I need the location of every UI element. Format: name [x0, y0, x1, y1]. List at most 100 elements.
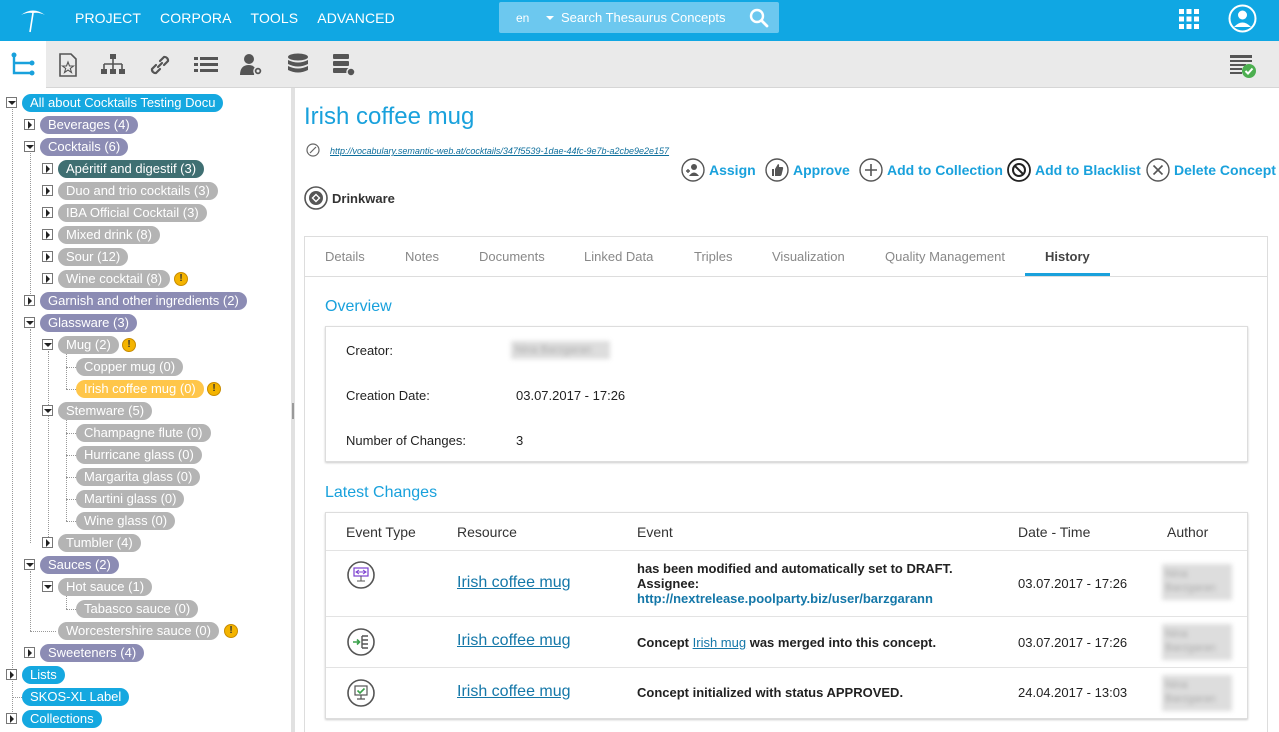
tree-toggle-garnish[interactable] — [24, 295, 35, 306]
tree-node-irish-selected[interactable]: Irish coffee mug (0) — [76, 380, 204, 398]
column-header-event: Event — [637, 524, 673, 540]
tree-toggle-lists[interactable] — [6, 669, 17, 680]
approve-button[interactable]: Approve — [765, 158, 850, 182]
user-avatar-icon[interactable] — [1228, 4, 1257, 33]
tree-node-hot[interactable]: Hot sauce (1) — [58, 578, 153, 596]
hierarchy-icon[interactable] — [100, 52, 126, 78]
tab-documents[interactable]: Documents — [479, 249, 545, 264]
warning-icon[interactable]: ! — [122, 338, 136, 352]
concept-uri-link[interactable]: http://vocabulary.semantic-web.at/cockta… — [330, 146, 669, 156]
list-icon[interactable] — [193, 52, 219, 78]
tree-node-martini[interactable]: Martini glass (0) — [76, 490, 185, 508]
tab-history[interactable]: History — [1045, 249, 1090, 264]
tree-toggle-mixed[interactable] — [42, 229, 53, 240]
tree-node-mug[interactable]: Mug (2) — [58, 336, 119, 354]
tree-node-garnish[interactable]: Garnish and other ingredients (2) — [40, 292, 247, 310]
tree-node-tumbler[interactable]: Tumbler (4) — [58, 534, 141, 552]
tree-node-cocktails[interactable]: Cocktails (6) — [40, 138, 129, 156]
resource-link[interactable]: Irish coffee mug — [457, 632, 571, 650]
user-settings-icon[interactable] — [239, 52, 265, 78]
tab-linked-data[interactable]: Linked Data — [584, 249, 653, 264]
tree-node-tabasco[interactable]: Tabasco sauce (0) — [76, 600, 199, 618]
thesaurus-tree-icon[interactable] — [10, 52, 36, 78]
tree-toggle-root[interactable] — [6, 97, 17, 108]
tab-quality-management[interactable]: Quality Management — [885, 249, 1005, 264]
event-author: Nina Barzgaran — [1162, 675, 1232, 711]
tree-node-champagne[interactable]: Champagne flute (0) — [76, 424, 211, 442]
poolparty-logo-icon[interactable] — [18, 6, 48, 34]
link-icon[interactable] — [147, 52, 173, 78]
resource-link[interactable]: Irish coffee mug — [457, 683, 571, 701]
tree-toggle-beverages[interactable] — [24, 119, 35, 130]
database-icon[interactable] — [285, 52, 311, 78]
tree-toggle-hot[interactable] — [42, 581, 53, 592]
tree-node-wine[interactable]: Wine cocktail (8) — [58, 270, 171, 288]
nav-tools[interactable]: TOOLS — [251, 10, 299, 26]
tree-node-collections[interactable]: Collections — [22, 710, 102, 728]
tree-node-hurricane[interactable]: Hurricane glass (0) — [76, 446, 202, 464]
nav-project[interactable]: PROJECT — [75, 10, 141, 26]
tree-node-duo[interactable]: Duo and trio cocktails (3) — [58, 182, 218, 200]
splitter-grip-icon[interactable] — [292, 403, 294, 419]
merged-concept-link[interactable]: Irish mug — [693, 635, 746, 650]
assign-icon — [681, 158, 705, 182]
tree-node-iba[interactable]: IBA Official Cocktail (3) — [58, 204, 207, 222]
tab-notes[interactable]: Notes — [405, 249, 439, 264]
concept-scheme-label[interactable]: Drinkware — [332, 191, 395, 206]
warning-icon[interactable]: ! — [174, 272, 188, 286]
search-input[interactable] — [561, 2, 741, 33]
tab-details[interactable]: Details — [325, 249, 365, 264]
tree-toggle-glassware[interactable] — [24, 317, 35, 328]
nav-advanced[interactable]: ADVANCED — [317, 10, 395, 26]
tree-node-beverages[interactable]: Beverages (4) — [40, 116, 138, 134]
assign-button[interactable]: Assign — [681, 158, 756, 182]
tree-node-glassware[interactable]: Glassware (3) — [40, 314, 137, 332]
edit-uri-icon[interactable] — [306, 143, 320, 157]
tab-visualization[interactable]: Visualization — [772, 249, 845, 264]
search-icon[interactable] — [749, 8, 769, 28]
tree-node-sour[interactable]: Sour (12) — [58, 248, 129, 266]
tree-toggle-iba[interactable] — [42, 207, 53, 218]
concept-scheme-icon[interactable] — [304, 186, 328, 210]
tree-toggle-mug[interactable] — [42, 339, 53, 350]
tree-node-copper[interactable]: Copper mug (0) — [76, 358, 184, 376]
tree-toggle-wine[interactable] — [42, 273, 53, 284]
tab-triples[interactable]: Triples — [694, 249, 733, 264]
tree-node-margarita[interactable]: Margarita glass (0) — [76, 468, 201, 486]
warning-icon[interactable]: ! — [224, 624, 238, 638]
resource-link[interactable]: Irish coffee mug — [457, 574, 571, 592]
tree-toggle-duo[interactable] — [42, 185, 53, 196]
tree-line — [66, 433, 76, 434]
language-select[interactable]: en — [516, 11, 529, 25]
tree-toggle-sauces[interactable] — [24, 559, 35, 570]
tree-node-lists[interactable]: Lists — [22, 666, 65, 684]
tree-node-sauces[interactable]: Sauces (2) — [40, 556, 119, 574]
tree-node-stemware[interactable]: Stemware (5) — [58, 402, 153, 420]
chevron-down-icon[interactable] — [546, 16, 554, 20]
assignee-link[interactable]: http://nextrelease.poolparty.biz/user/ba… — [637, 591, 997, 606]
tree-node-aperitif[interactable]: Apéritif and digestif (3) — [58, 160, 205, 178]
database-settings-icon[interactable] — [331, 52, 357, 78]
tree-toggle-cocktails[interactable] — [24, 141, 35, 152]
tree-node-root[interactable]: All about Cocktails Testing Docu — [22, 94, 224, 112]
validation-status-icon[interactable] — [1228, 52, 1258, 80]
tree-node-sweeteners[interactable]: Sweeteners (4) — [40, 644, 145, 662]
add-to-blacklist-button[interactable]: Add to Blacklist — [1007, 158, 1141, 182]
tree-toggle-aperitif[interactable] — [42, 163, 53, 174]
tree-toggle-collections[interactable] — [6, 713, 17, 724]
tree-toggle-tumbler[interactable] — [42, 537, 53, 548]
warning-icon[interactable]: ! — [207, 382, 221, 396]
approve-label: Approve — [793, 162, 850, 178]
tree-node-mixed[interactable]: Mixed drink (8) — [58, 226, 160, 244]
tree-toggle-stemware[interactable] — [42, 405, 53, 416]
favorite-document-icon[interactable] — [55, 52, 81, 78]
delete-concept-button[interactable]: Delete Concept — [1146, 158, 1276, 182]
tree-toggle-sweeteners[interactable] — [24, 647, 35, 658]
tree-toggle-sour[interactable] — [42, 251, 53, 262]
nav-corpora[interactable]: CORPORA — [160, 10, 232, 26]
add-to-collection-button[interactable]: Add to Collection — [859, 158, 1003, 182]
tree-node-wineglass[interactable]: Wine glass (0) — [76, 512, 176, 530]
tree-node-worcester[interactable]: Worcestershire sauce (0) — [58, 622, 219, 640]
apps-grid-icon[interactable] — [1179, 9, 1199, 29]
tree-node-skos-xl[interactable]: SKOS-XL Label — [22, 688, 130, 706]
